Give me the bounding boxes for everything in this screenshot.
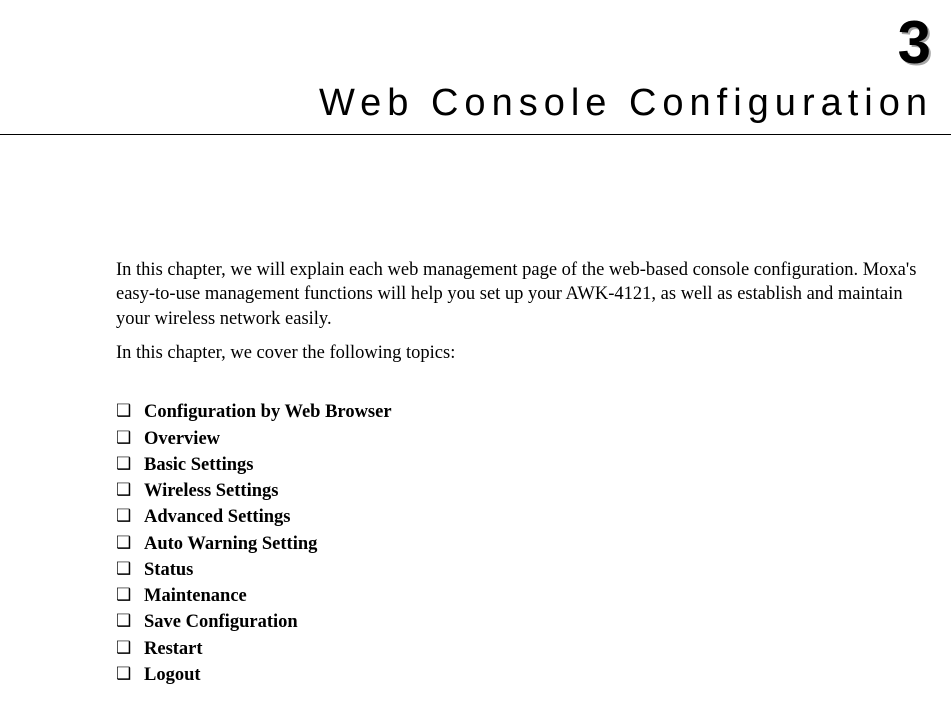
topic-item: Status: [144, 557, 933, 583]
topic-item: Configuration by Web Browser: [144, 399, 933, 425]
topic-item: Logout: [144, 662, 933, 688]
intro-paragraph: In this chapter, we will explain each we…: [116, 258, 933, 331]
content-area: In this chapter, we will explain each we…: [116, 258, 933, 688]
topic-item: Auto Warning Setting: [144, 531, 933, 557]
topic-item: Advanced Settings: [144, 504, 933, 530]
topics-intro: In this chapter, we cover the following …: [116, 341, 933, 365]
chapter-title: Web Console Configuration: [319, 82, 933, 125]
topic-item: Overview: [144, 426, 933, 452]
topic-item: Restart: [144, 636, 933, 662]
topics-list: Configuration by Web Browser Overview Ba…: [116, 399, 933, 688]
title-divider: [0, 134, 951, 135]
chapter-number: 3: [898, 8, 931, 77]
topic-item: Maintenance: [144, 583, 933, 609]
topic-item: Save Configuration: [144, 609, 933, 635]
topic-item: Wireless Settings: [144, 478, 933, 504]
topic-item: Basic Settings: [144, 452, 933, 478]
